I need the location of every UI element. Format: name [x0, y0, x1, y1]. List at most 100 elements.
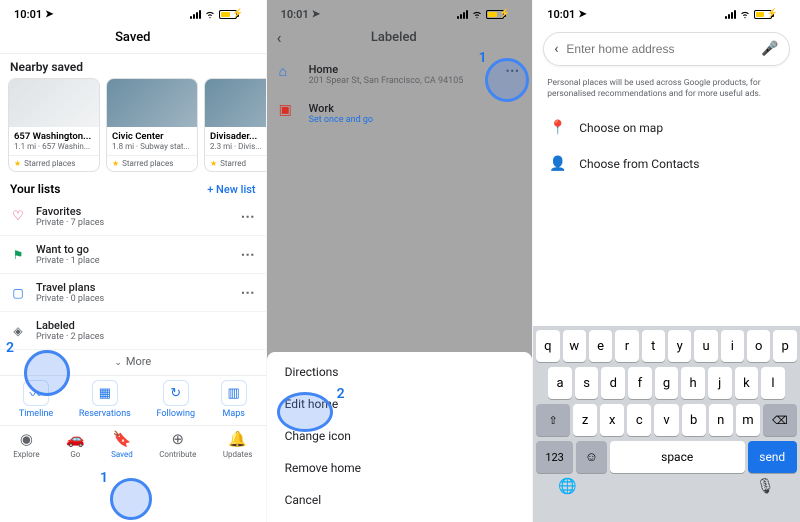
more-icon[interactable]: ⋯ — [241, 209, 256, 225]
key-shift[interactable]: ⇧ — [536, 404, 570, 436]
status-time: 10:01 — [547, 8, 575, 21]
status-bar: 10:01➤ ⚡ — [267, 0, 533, 24]
refresh-icon: ↻ — [163, 380, 189, 406]
key-u[interactable]: u — [694, 330, 717, 362]
back-button[interactable]: ‹ — [554, 41, 558, 57]
list-sub: Private · 2 places — [36, 332, 256, 342]
home-more-button[interactable]: ⋯ — [505, 63, 520, 79]
mic-icon[interactable]: 🎤 — [761, 41, 778, 57]
keyboard-row-2: a s d f g h j k l — [536, 367, 797, 399]
key-e[interactable]: e — [589, 330, 612, 362]
key-o[interactable]: o — [747, 330, 770, 362]
card-sub: 1.1 mi · 657 Washin... — [14, 142, 94, 151]
more-icon[interactable]: ⋯ — [241, 285, 256, 301]
key-m[interactable]: m — [736, 404, 760, 436]
key-t[interactable]: t — [642, 330, 665, 362]
key-s[interactable]: s — [575, 367, 599, 399]
quick-label: Maps — [222, 409, 244, 419]
key-send[interactable]: send — [748, 441, 797, 473]
list-favorites[interactable]: ♡ FavoritesPrivate · 7 places ⋯ — [0, 198, 266, 236]
quick-reservations[interactable]: ▦Reservations — [79, 380, 131, 419]
key-numbers[interactable]: 123 — [536, 441, 573, 473]
home-icon: ⌂ — [279, 63, 297, 80]
option-label: Choose on map — [579, 121, 663, 135]
timeline-icon: 〰 — [23, 380, 49, 406]
sheet-directions[interactable]: Directions — [267, 356, 533, 388]
address-search-bar[interactable]: ‹ 🎤 — [543, 32, 790, 66]
location-arrow-icon: ➤ — [312, 9, 320, 20]
nav-saved[interactable]: 🔖Saved — [111, 430, 133, 465]
bell-icon: 🔔 — [228, 430, 247, 448]
nav-go[interactable]: 🚗Go — [66, 430, 85, 465]
card-thumbnail — [107, 79, 197, 127]
bookmark-icon: 🔖 — [113, 430, 132, 448]
quick-label: Reservations — [79, 409, 131, 419]
key-h[interactable]: h — [681, 367, 705, 399]
home-address: 201 Spear St, San Francisco, CA 94105 — [309, 76, 494, 86]
globe-icon[interactable]: 🌐 — [558, 477, 577, 495]
screen-enter-address: 10:01➤ ⚡ ‹ 🎤 Personal places will be use… — [533, 0, 800, 522]
key-backspace[interactable]: ⌫ — [763, 404, 797, 436]
key-k[interactable]: k — [735, 367, 759, 399]
key-g[interactable]: g — [655, 367, 679, 399]
key-space[interactable]: space — [610, 441, 745, 473]
labeled-home[interactable]: ⌂ Home201 Spear St, San Francisco, CA 94… — [267, 55, 533, 94]
key-emoji[interactable]: ☺ — [576, 441, 607, 473]
mic-icon[interactable]: 🎙 — [756, 477, 775, 495]
nearby-cards: 657 Washington... 1.1 mi · 657 Washin...… — [0, 78, 266, 176]
key-y[interactable]: y — [668, 330, 691, 362]
nav-updates[interactable]: 🔔Updates — [223, 430, 253, 465]
work-sub: Set once and go — [309, 115, 521, 125]
key-r[interactable]: r — [615, 330, 638, 362]
key-v[interactable]: v — [654, 404, 678, 436]
address-input[interactable] — [566, 42, 753, 56]
list-labeled[interactable]: ◈ LabeledPrivate · 2 places — [0, 312, 266, 350]
key-c[interactable]: c — [627, 404, 651, 436]
key-i[interactable]: i — [721, 330, 744, 362]
quick-following[interactable]: ↻ Following — [157, 380, 196, 419]
key-n[interactable]: n — [709, 404, 733, 436]
nav-label: Contribute — [159, 450, 196, 459]
key-p[interactable]: p — [773, 330, 796, 362]
sheet-change-icon[interactable]: Change icon — [267, 420, 533, 452]
key-j[interactable]: j — [708, 367, 732, 399]
key-a[interactable]: a — [548, 367, 572, 399]
nav-contribute[interactable]: ⊕Contribute — [159, 430, 196, 465]
card-thumbnail — [205, 79, 266, 127]
more-icon[interactable]: ⋯ — [241, 247, 256, 263]
quick-label: Following — [157, 409, 196, 419]
key-b[interactable]: b — [682, 404, 706, 436]
new-list-button[interactable]: + New list — [207, 183, 255, 196]
status-bar: 10:01➤ ⚡ — [0, 0, 266, 24]
nearby-card[interactable]: 657 Washington... 1.1 mi · 657 Washin...… — [8, 78, 100, 172]
nav-label: Go — [70, 450, 80, 459]
key-f[interactable]: f — [628, 367, 652, 399]
sheet-cancel[interactable]: Cancel — [267, 484, 533, 516]
quick-maps[interactable]: ▥Maps — [221, 380, 247, 419]
sheet-edit-home[interactable]: Edit home — [267, 388, 533, 420]
status-time: 10:01 — [14, 8, 42, 21]
key-x[interactable]: x — [600, 404, 624, 436]
nav-explore[interactable]: ◉Explore — [13, 430, 39, 465]
quick-timeline[interactable]: 〰Timeline — [19, 380, 53, 419]
more-lists-button[interactable]: ⌄More — [0, 350, 266, 375]
nearby-card[interactable]: Civic Center 1.8 mi · Subway stat... ★St… — [106, 78, 198, 172]
list-travel-plans[interactable]: ▢ Travel plansPrivate · 0 places ⋯ — [0, 274, 266, 312]
sheet-remove-home[interactable]: Remove home — [267, 452, 533, 484]
nearby-card[interactable]: Divisader... 2.3 mi · Divis... ★Starred — [204, 78, 266, 172]
key-d[interactable]: d — [601, 367, 625, 399]
choose-from-contacts[interactable]: 👤 Choose from Contacts — [533, 146, 800, 182]
keyboard-extras: 🌐 🎙 — [536, 478, 797, 494]
status-bar: 10:01➤ ⚡ — [533, 0, 800, 24]
choose-on-map[interactable]: 📍 Choose on map — [533, 110, 800, 146]
keyboard: q w e r t y u i o p a s d f g h j k l — [533, 326, 800, 522]
star-icon: ★ — [112, 159, 119, 168]
labeled-work[interactable]: ▣ WorkSet once and go — [267, 94, 533, 133]
key-z[interactable]: z — [573, 404, 597, 436]
wifi-icon — [739, 10, 751, 19]
key-l[interactable]: l — [761, 367, 785, 399]
key-q[interactable]: q — [536, 330, 559, 362]
list-want-to-go[interactable]: ⚑ Want to goPrivate · 1 place ⋯ — [0, 236, 266, 274]
signal-icon — [457, 10, 468, 19]
key-w[interactable]: w — [563, 330, 586, 362]
